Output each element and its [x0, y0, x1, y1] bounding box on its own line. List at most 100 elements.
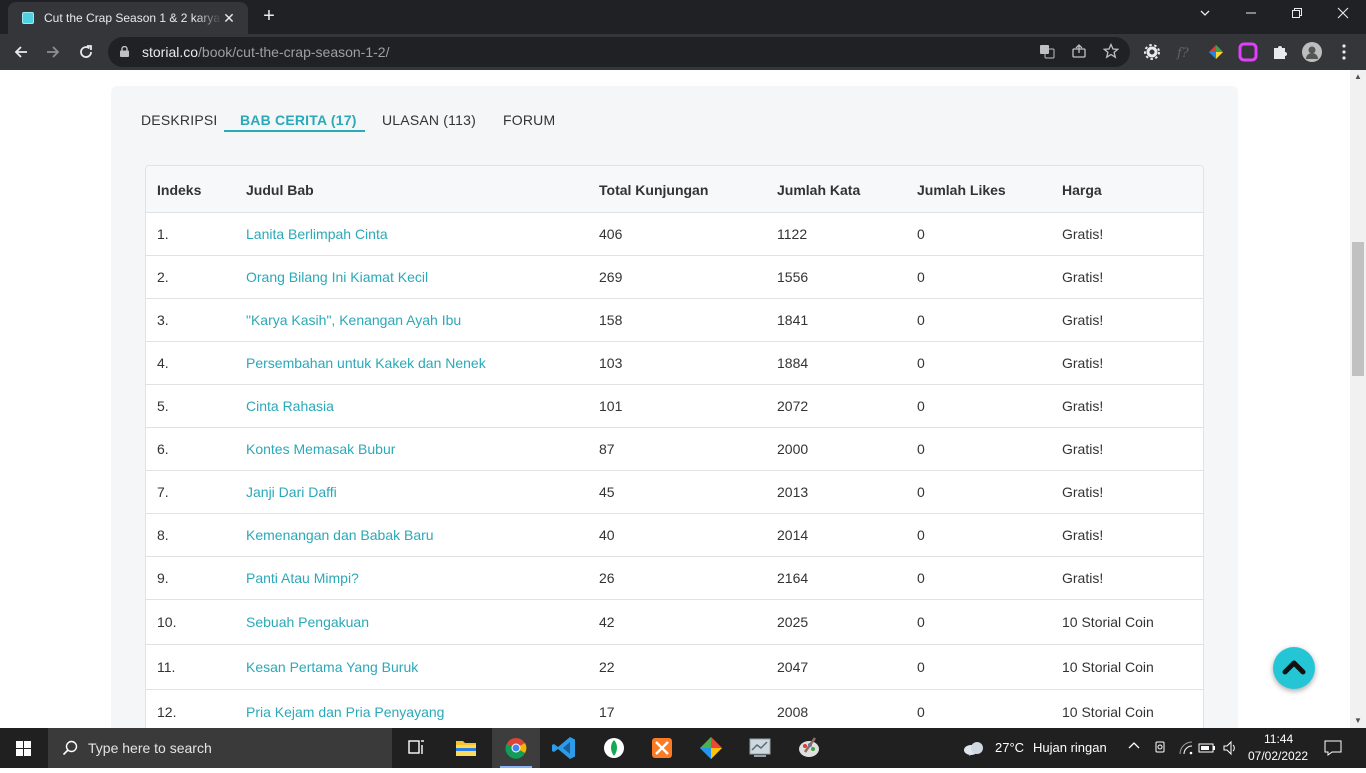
chevron-up-tray-icon[interactable] [1128, 740, 1140, 756]
chapter-visits: 45 [599, 470, 777, 514]
task-view-icon[interactable] [392, 728, 440, 768]
chapter-visits: 103 [599, 341, 777, 385]
browser-tab-strip: Cut the Crap Season 1 & 2 karya ✕ + [0, 0, 1366, 34]
chapter-likes: 0 [917, 556, 1062, 600]
chapter-price: 10 Storial Coin [1062, 644, 1203, 690]
clock-date[interactable]: 07/02/2022 [1248, 749, 1308, 763]
chapter-row[interactable]: 6. Kontes Memasak Bubur 87 2000 0 Gratis! [146, 427, 1203, 471]
xampp-icon[interactable] [638, 728, 686, 768]
chapter-price: 10 Storial Coin [1062, 599, 1203, 645]
minimize-button[interactable] [1228, 0, 1274, 30]
chapter-word-count: 1884 [777, 341, 917, 385]
restore-button[interactable] [1274, 0, 1320, 30]
puzzle-extensions-icon[interactable] [1270, 42, 1290, 62]
wifi-icon[interactable] [1178, 740, 1194, 760]
browser-tab[interactable]: Cut the Crap Season 1 & 2 karya ✕ [8, 2, 248, 34]
chapter-title-link[interactable]: Pria Kejam dan Pria Penyayang [246, 689, 599, 728]
chapter-likes: 0 [917, 599, 1062, 645]
gear-extension-icon[interactable] [1142, 42, 1162, 62]
chapter-likes: 0 [917, 298, 1062, 342]
battery-icon[interactable] [1198, 740, 1216, 760]
chapter-title-link[interactable]: Cinta Rahasia [246, 384, 599, 428]
header-jumlah-likes: Jumlah Likes [917, 166, 1062, 213]
address-bar[interactable]: storial.co/book/cut-the-crap-season-1-2/ [108, 37, 1130, 67]
formula-extension-icon[interactable]: f? [1174, 42, 1194, 62]
chapter-row[interactable]: 2. Orang Bilang Ini Kiamat Kecil 269 1556 0 G… [146, 255, 1203, 299]
chapter-title-link[interactable]: "Karya Kasih", Kenangan Ayah Ibu [246, 298, 599, 342]
scrollbar-thumb[interactable] [1352, 242, 1364, 376]
chapter-title-link[interactable]: Lanita Berlimpah Cinta [246, 212, 599, 256]
scroll-down-arrow-icon[interactable]: ▼ [1350, 714, 1366, 728]
scroll-up-arrow-icon[interactable]: ▲ [1350, 70, 1366, 84]
tab-close-icon[interactable]: ✕ [220, 9, 238, 27]
chapter-row[interactable]: 1. Lanita Berlimpah Cinta 406 1122 0 Gratis! [146, 212, 1203, 256]
chapter-likes: 0 [917, 255, 1062, 299]
tab-deskripsi[interactable]: DESKRIPSI [141, 112, 218, 128]
chapter-row[interactable]: 3. "Karya Kasih", Kenangan Ayah Ibu 158 184… [146, 298, 1203, 342]
notification-icon[interactable] [1324, 740, 1342, 760]
tab-forum[interactable]: FORUM [503, 112, 555, 128]
share-icon[interactable] [1070, 43, 1088, 61]
gradient-extension-icon[interactable] [1238, 42, 1258, 62]
git-tool-icon[interactable] [687, 728, 735, 768]
monitor-tool-icon[interactable] [736, 728, 784, 768]
back-to-top-button[interactable] [1273, 647, 1315, 689]
chapter-title-link[interactable]: Kemenangan dan Babak Baru [246, 513, 599, 557]
chapter-visits: 26 [599, 556, 777, 600]
windows-start-icon[interactable] [0, 728, 48, 768]
taskbar-search-box[interactable]: Type here to search [48, 728, 392, 768]
search-placeholder: Type here to search [88, 740, 212, 756]
chapter-title-link[interactable]: Panti Atau Mimpi? [246, 556, 599, 600]
chapter-row[interactable]: 10. Sebuah Pengakuan 42 2025 0 10 Storial Coi… [146, 599, 1203, 645]
tab-bab-cerita[interactable]: BAB CERITA (17) [240, 112, 357, 128]
clock-time[interactable]: 11:44 [1264, 732, 1293, 746]
chapter-row[interactable]: 12. Pria Kejam dan Pria Penyayang 17 2008 0 1… [146, 689, 1203, 728]
chapter-index: 6. [146, 427, 246, 471]
chapter-title-link[interactable]: Sebuah Pengakuan [246, 599, 599, 645]
page-scrollbar[interactable]: ▲ ▼ [1350, 70, 1366, 728]
chapter-word-count: 2000 [777, 427, 917, 471]
chapter-likes: 0 [917, 470, 1062, 514]
chevron-up-icon [1282, 660, 1306, 675]
chapter-index: 9. [146, 556, 246, 600]
profile-avatar[interactable] [1302, 42, 1322, 62]
usb-device-icon[interactable] [1153, 740, 1167, 760]
chapter-likes: 0 [917, 644, 1062, 690]
weather-cloud-icon[interactable] [962, 740, 986, 760]
weather-description[interactable]: Hujan ringan [1033, 740, 1107, 755]
volume-icon[interactable] [1222, 740, 1238, 760]
back-arrow-icon[interactable] [8, 39, 34, 65]
chapter-price: 10 Storial Coin [1062, 689, 1203, 728]
chapter-visits: 87 [599, 427, 777, 471]
chapter-row[interactable]: 4. Persembahan untuk Kakek dan Nenek 103 18… [146, 341, 1203, 385]
chapter-row[interactable]: 9. Panti Atau Mimpi? 26 2164 0 Gratis! [146, 556, 1203, 600]
forward-arrow-icon[interactable] [40, 39, 66, 65]
weather-temperature[interactable]: 27°C [995, 740, 1024, 755]
chapter-title-link[interactable]: Kontes Memasak Bubur [246, 427, 599, 471]
bookmark-star-icon[interactable] [1102, 42, 1120, 61]
close-window-button[interactable] [1320, 0, 1366, 30]
tab-search-icon[interactable] [1182, 0, 1228, 30]
chapter-row[interactable]: 11. Kesan Pertama Yang Buruk 22 2047 0 10 Sto… [146, 644, 1203, 690]
chapter-row[interactable]: 7. Janji Dari Daffi 45 2013 0 Gratis! [146, 470, 1203, 514]
chapter-row[interactable]: 8. Kemenangan dan Babak Baru 40 2014 0 Gratis… [146, 513, 1203, 557]
chapter-likes: 0 [917, 689, 1062, 728]
tab-title: Cut the Crap Season 1 & 2 karya [44, 11, 221, 25]
chapter-title-link[interactable]: Persembahan untuk Kakek dan Nenek [246, 341, 599, 385]
chrome-taskbar-icon[interactable] [492, 728, 540, 768]
chapter-price: Gratis! [1062, 212, 1203, 256]
chapter-title-link[interactable]: Orang Bilang Ini Kiamat Kecil [246, 255, 599, 299]
new-tab-button[interactable]: + [256, 5, 282, 29]
vscode-icon[interactable] [541, 728, 589, 768]
chapter-title-link[interactable]: Janji Dari Daffi [246, 470, 599, 514]
tab-ulasan[interactable]: ULASAN (113) [382, 112, 476, 128]
chapter-title-link[interactable]: Kesan Pertama Yang Buruk [246, 644, 599, 690]
chapter-row[interactable]: 5. Cinta Rahasia 101 2072 0 Gratis! [146, 384, 1203, 428]
translate-icon[interactable] [1038, 43, 1056, 61]
color-extension-icon[interactable] [1206, 42, 1226, 62]
menu-kebab-icon[interactable] [1334, 42, 1354, 62]
file-explorer-icon[interactable] [442, 728, 490, 768]
paint-icon[interactable] [785, 728, 833, 768]
reload-icon[interactable] [73, 39, 99, 65]
mongodb-compass-icon[interactable] [590, 728, 638, 768]
